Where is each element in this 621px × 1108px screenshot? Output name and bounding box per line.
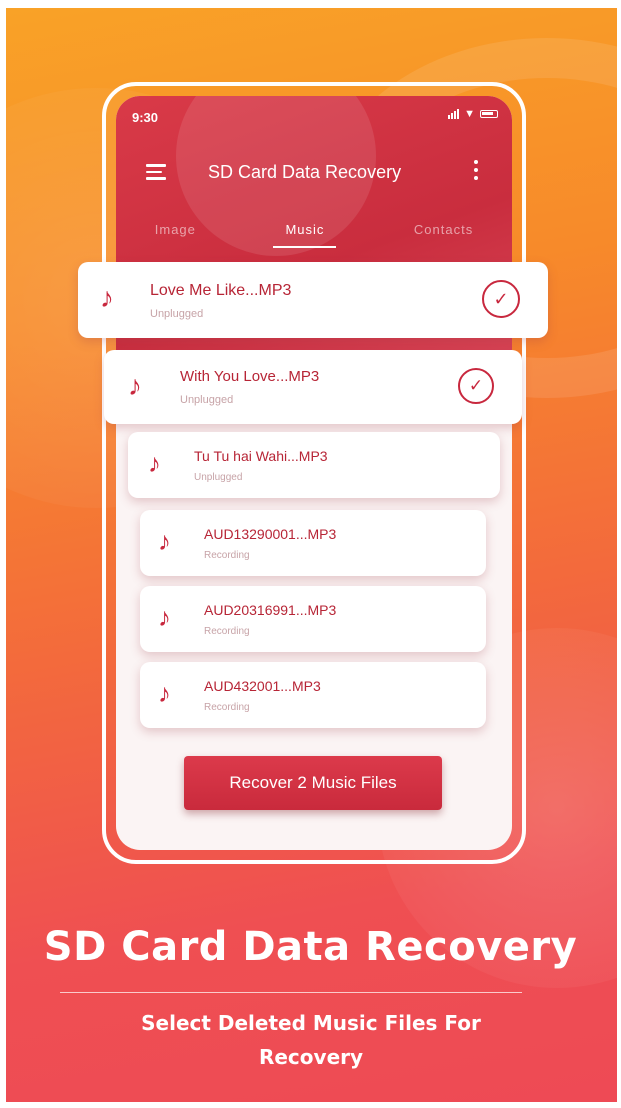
music-note-icon: ♪ [148, 448, 161, 478]
file-subtitle: Unplugged [180, 394, 234, 406]
signal-icon [448, 109, 460, 119]
more-vert-icon[interactable] [474, 160, 478, 180]
file-name: With You Love...MP3 [180, 368, 320, 385]
music-note-icon: ♪ [100, 282, 114, 313]
music-note-icon: ♪ [158, 602, 171, 632]
tab-music[interactable]: Music [273, 218, 337, 248]
status-time: 9:30 [132, 110, 159, 125]
battery-icon [480, 110, 498, 118]
file-card-with-you-love[interactable]: ♪ With You Love...MP3 Unplugged ✓ [104, 350, 522, 424]
file-subtitle: Recording [204, 702, 250, 713]
tab-image[interactable]: Image [155, 218, 196, 248]
menu-icon[interactable] [146, 164, 166, 180]
music-note-icon: ♪ [128, 370, 142, 401]
music-note-icon: ♪ [158, 678, 171, 708]
file-name: Tu Tu hai Wahi...MP3 [194, 448, 328, 464]
file-name: Love Me Like...MP3 [150, 282, 292, 299]
file-subtitle: Unplugged [150, 308, 204, 320]
promo-subline: Select Deleted Music Files For Recovery [141, 1011, 481, 1069]
wifi-icon: ▼ [464, 108, 475, 120]
file-subtitle: Recording [204, 550, 250, 561]
promo-headline: SD Card Data Recovery [43, 924, 578, 970]
status-icons: ▼ [448, 108, 498, 120]
tab-bar: Image Music Contacts [116, 218, 512, 248]
file-card-aud432001[interactable]: ♪ AUD432001...MP3 Recording [140, 662, 486, 728]
check-circle-icon[interactable]: ✓ [458, 368, 494, 404]
file-name: AUD13290001...MP3 [204, 526, 337, 542]
file-card-aud13290001[interactable]: ♪ AUD13290001...MP3 Recording [140, 510, 486, 576]
file-name: AUD432001...MP3 [204, 678, 321, 694]
divider [60, 992, 522, 993]
recover-button[interactable]: Recover 2 Music Files [184, 756, 442, 810]
file-card-love-me-like[interactable]: ♪ Love Me Like...MP3 Unplugged ✓ [78, 262, 548, 338]
music-note-icon: ♪ [158, 526, 171, 556]
tab-contacts[interactable]: Contacts [414, 218, 473, 248]
file-subtitle: Unplugged [194, 472, 243, 483]
app-title: SD Card Data Recovery [208, 162, 402, 182]
check-circle-icon[interactable]: ✓ [482, 280, 520, 318]
file-name: AUD20316991...MP3 [204, 602, 337, 618]
file-subtitle: Recording [204, 626, 250, 637]
file-card-aud20316991[interactable]: ♪ AUD20316991...MP3 Recording [140, 586, 486, 652]
file-card-tu-tu-hai-wahi[interactable]: ♪ Tu Tu hai Wahi...MP3 Unplugged [128, 432, 500, 498]
